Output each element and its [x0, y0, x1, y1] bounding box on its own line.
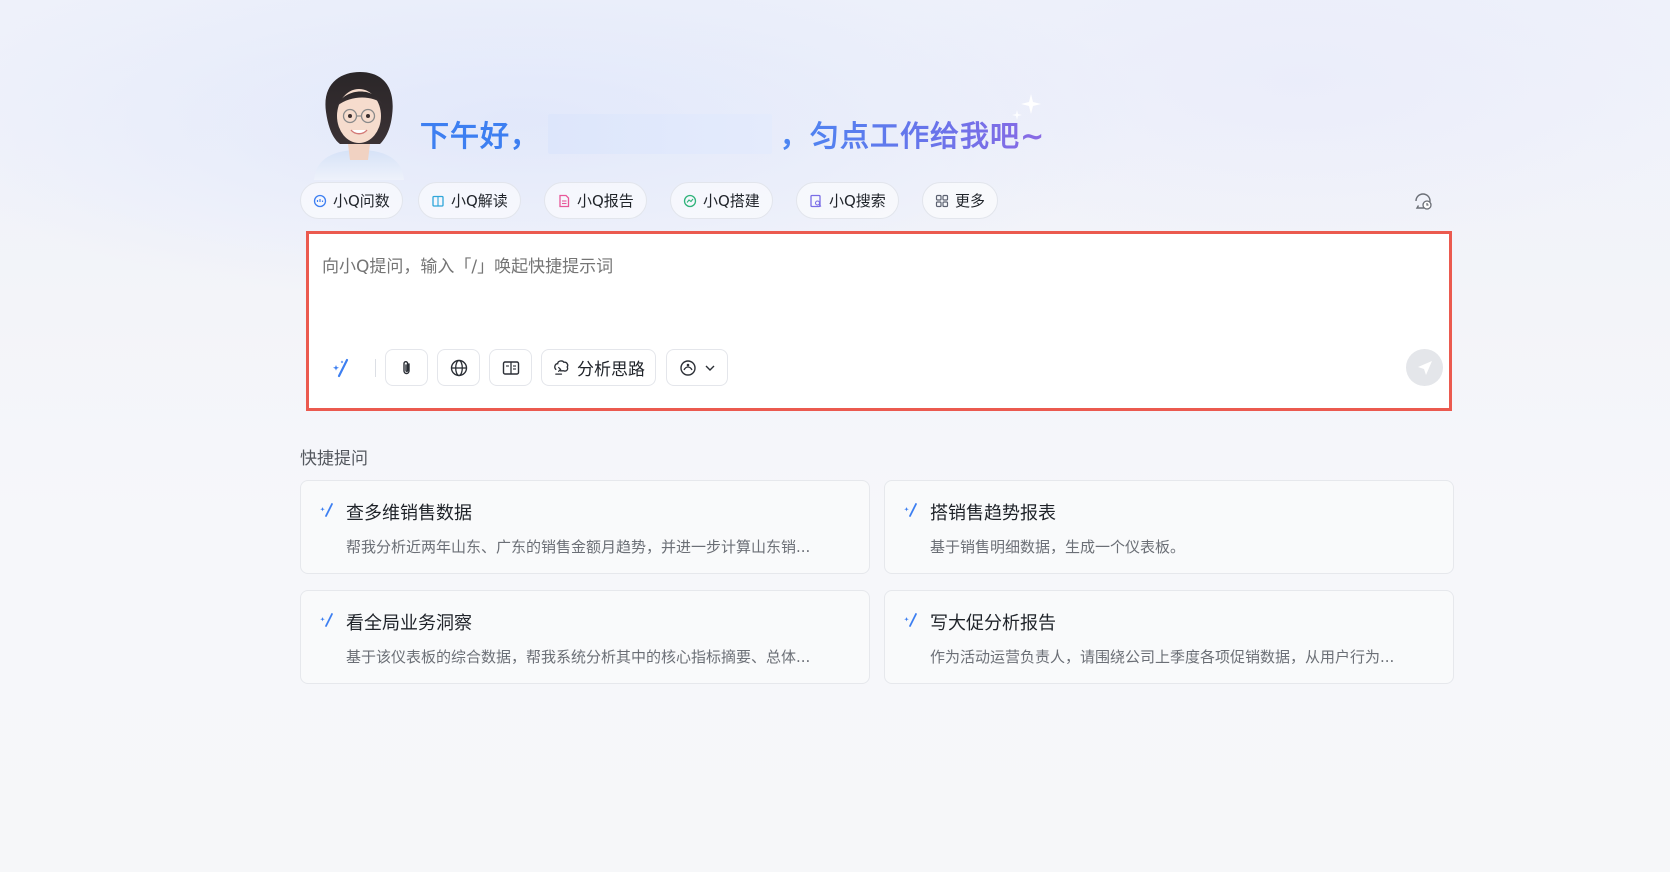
card-title: 写大促分析报告: [930, 613, 1056, 634]
magic-wand-icon: [333, 358, 349, 377]
chip-search[interactable]: 小Q搜索: [796, 182, 899, 219]
magic-wand-icon: [904, 613, 917, 627]
greeting-prefix: 下午好，: [420, 119, 541, 153]
card-description: 基于该仪表板的综合数据，帮我系统分析其中的核心指标摘要、总体...: [346, 648, 811, 666]
magic-wand-icon: [320, 503, 333, 517]
prompt-input[interactable]: [322, 254, 1422, 280]
card-title: 看全局业务洞察: [346, 613, 472, 634]
quick-prompts-title: 快捷提问: [300, 449, 368, 469]
card-title: 搭销售趋势报表: [930, 503, 1056, 524]
card-title: 查多维销售数据: [346, 503, 472, 524]
chip-label: 小Q报告: [577, 192, 634, 210]
report-icon: [559, 194, 570, 207]
knowledge-base-button[interactable]: [489, 349, 532, 386]
send-button[interactable]: [1406, 349, 1443, 386]
chat-history-icon[interactable]: [1412, 190, 1434, 212]
analysis-approach-label: 分析思路: [577, 360, 645, 380]
build-icon: [683, 194, 697, 207]
quick-prompt-card[interactable]: 搭销售趋势报表 基于销售明细数据，生成一个仪表板。: [884, 480, 1454, 574]
mode-chip-row: 小Q问数 小Q解读 小Q报告 小Q搭建 小Q搜索 更多: [300, 182, 1452, 220]
chip-ask-data[interactable]: 小Q问数: [300, 182, 403, 219]
main-container: 下午好， ，匀点工作给我吧~ 小Q问数 小Q解读 小Q报告 小Q搭建 小Q搜索: [300, 0, 1454, 872]
input-toolbar: 分析思路: [323, 349, 1443, 387]
greeting-row: 下午好， ，匀点工作给我吧~: [300, 60, 1452, 180]
chip-label: 小Q搜索: [829, 192, 886, 210]
greeting-text: 下午好， ，匀点工作给我吧~: [420, 112, 1045, 156]
globe-icon: [450, 359, 467, 376]
send-icon: [1417, 360, 1432, 375]
analysis-approach-button[interactable]: 分析思路: [541, 349, 656, 386]
chevron-down-icon: [705, 365, 715, 371]
open-book-icon: [502, 360, 519, 375]
chat-data-icon: [313, 194, 327, 207]
sparkle-icon: [1012, 94, 1041, 120]
toolbar-divider: [375, 359, 376, 377]
chip-build[interactable]: 小Q搭建: [670, 182, 773, 219]
prompt-input-box: 分析思路: [306, 231, 1452, 411]
quick-prompt-card[interactable]: 写大促分析报告 作为活动运营负责人，请围绕公司上季度各项促销数据，从用户行为..…: [884, 590, 1454, 684]
book-icon: [432, 195, 444, 207]
chip-report[interactable]: 小Q报告: [544, 182, 647, 219]
grid-icon: [935, 194, 949, 207]
chip-more[interactable]: 更多: [922, 182, 999, 219]
card-description: 帮我分析近两年山东、广东的销售金额月趋势，并进一步计算山东销...: [346, 538, 811, 556]
chip-label: 小Q搭建: [703, 192, 760, 210]
chip-label: 小Q解读: [451, 192, 508, 210]
web-search-button[interactable]: [437, 349, 480, 386]
attach-button[interactable]: [385, 349, 428, 386]
search-doc-icon: [810, 194, 822, 207]
quick-prompt-card[interactable]: 看全局业务洞察 基于该仪表板的综合数据，帮我系统分析其中的核心指标摘要、总体..…: [300, 590, 870, 684]
card-description: 作为活动运营负责人，请围绕公司上季度各项促销数据，从用户行为...: [930, 648, 1395, 666]
quick-prompt-card[interactable]: 查多维销售数据 帮我分析近两年山东、广东的销售金额月趋势，并进一步计算山东销..…: [300, 480, 870, 574]
brain-icon: [554, 360, 569, 375]
magic-wand-icon: [320, 613, 333, 627]
chip-label: 小Q问数: [333, 192, 390, 210]
chip-interpret[interactable]: 小Q解读: [418, 182, 521, 219]
redacted-username: [548, 114, 773, 154]
card-description: 基于销售明细数据，生成一个仪表板。: [930, 538, 1186, 556]
assistant-avatar: [314, 72, 404, 180]
paperclip-icon: [402, 360, 410, 374]
magic-prompt-button[interactable]: [323, 349, 363, 386]
magic-wand-icon: [904, 503, 917, 517]
model-select-dropdown[interactable]: [666, 349, 728, 386]
chip-label: 更多: [955, 192, 986, 210]
model-icon: [680, 359, 696, 376]
